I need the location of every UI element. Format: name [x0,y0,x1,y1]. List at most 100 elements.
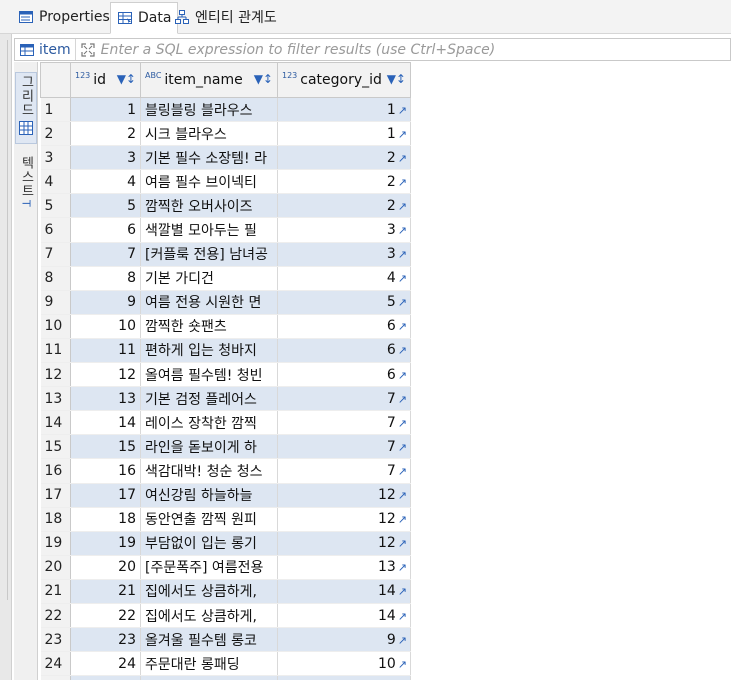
cell-id[interactable]: 7 [70,242,141,267]
table-row[interactable]: 23 23 올겨울 필수템 롱코 9 ↗ [40,627,411,653]
cell-id[interactable]: 20 [70,555,141,580]
foreign-key-link-icon[interactable]: ↗ [398,272,407,285]
row-number[interactable]: 20 [40,555,71,580]
cell-item-name[interactable]: 시크 블라우스 [140,121,278,147]
row-number[interactable]: 19 [40,531,71,556]
cell-category-id[interactable]: 10 ↗ [277,651,411,677]
cell-item-name[interactable]: 기본 필수 소장템! 라 [140,145,278,171]
cell-item-name[interactable]: 블링블링 블라우스 [140,97,278,123]
cell-item-name[interactable]: 집에서도 상큼하게, [140,579,278,604]
foreign-key-link-icon[interactable]: ↗ [398,296,407,309]
foreign-key-link-icon[interactable]: ↗ [398,369,407,382]
foreign-key-link-icon[interactable]: ↗ [398,393,407,406]
tab-text-view[interactable]: 텍스트 T [15,156,37,226]
foreign-key-link-icon[interactable]: ↗ [398,320,407,333]
cell-category-id[interactable]: 14 ↗ [277,603,411,629]
cell-id[interactable]: 9 [70,290,141,315]
table-row[interactable]: 10 10 깜찍한 숏팬츠 6 ↗ [40,314,411,339]
row-number[interactable]: 23 [40,627,71,653]
table-selector[interactable]: item [15,39,76,60]
foreign-key-link-icon[interactable]: ↗ [398,104,407,117]
cell-item-name[interactable]: 레이스 장착한 깜찍 [140,410,278,436]
cell-id[interactable]: 22 [70,603,141,629]
cell-item-name[interactable]: 기본 검정 플레어스 [140,386,278,412]
cell-id[interactable]: 18 [70,507,141,532]
cell-item-name[interactable]: 편하게 입는 청바지 [140,338,278,364]
tab-grid-view[interactable]: 그리드 [15,72,37,144]
row-number[interactable]: 14 [40,410,71,436]
cell-category-id[interactable]: 4 ↗ [277,266,411,291]
foreign-key-link-icon[interactable]: ↗ [398,561,407,574]
table-row[interactable]: 4 4 여름 필수 브이넥티 2 ↗ [40,169,411,195]
foreign-key-link-icon[interactable]: ↗ [398,417,407,430]
cell-category-id[interactable]: 12 ↗ [277,507,411,532]
foreign-key-link-icon[interactable]: ↗ [398,152,407,165]
cell-id[interactable]: 11 [70,338,141,364]
table-row[interactable]: 14 14 레이스 장착한 깜찍 7 ↗ [40,410,411,436]
cell-id[interactable]: 3 [70,145,141,171]
cell-item-name[interactable]: 라인을 돋보이게 하 [140,434,278,460]
cell-item-name[interactable]: 색깔별 모아두는 필 [140,217,278,243]
column-header-category-id[interactable]: 123 category_id ▼↕ [277,62,411,98]
cell-item-name[interactable]: 기본 가디건 [140,266,278,291]
cell-id[interactable]: 15 [70,434,141,460]
cell-id[interactable]: 12 [70,362,141,388]
table-row[interactable]: 12 12 올여름 필수템! 청빈 6 ↗ [40,362,411,388]
cell-id[interactable]: 5 [70,193,141,219]
cell-category-id[interactable]: 7 ↗ [277,410,411,436]
cell-category-id[interactable]: 2 ↗ [277,145,411,171]
foreign-key-link-icon[interactable]: ↗ [398,465,407,478]
row-number[interactable]: 1 [40,97,71,123]
cell-category-id[interactable]: 14 ↗ [277,579,411,604]
filter-sort-icon[interactable]: ▼↕ [387,72,406,86]
expand-icon[interactable] [81,42,95,57]
row-number[interactable]: 12 [40,362,71,388]
row-number[interactable]: 21 [40,579,71,604]
cell-category-id[interactable]: 6 ↗ [277,338,411,364]
foreign-key-link-icon[interactable]: ↗ [398,200,407,213]
foreign-key-link-icon[interactable]: ↗ [398,537,407,550]
cell-item-name[interactable]: 집에서도 상큼하게, [140,603,278,629]
table-row[interactable]: 2525[오늘특가] 편하게9↗ [40,675,411,680]
cell-id[interactable]: 25 [70,675,141,680]
cell-category-id[interactable]: 3 ↗ [277,217,411,243]
foreign-key-link-icon[interactable]: ↗ [398,489,407,502]
filter-sort-icon[interactable]: ▼↕ [254,72,273,86]
row-number[interactable]: 7 [40,242,71,267]
cell-id[interactable]: 10 [70,314,141,339]
tab-er-diagram[interactable]: 엔티티 관계도 [168,2,283,32]
cell-item-name[interactable]: 여신강림 하늘하늘 [140,483,278,508]
row-number[interactable]: 4 [40,169,71,195]
cell-id[interactable]: 13 [70,386,141,412]
table-row[interactable]: 22 22 집에서도 상큼하게, 14 ↗ [40,603,411,629]
row-number[interactable]: 2 [40,121,71,147]
cell-id[interactable]: 1 [70,97,141,123]
table-row[interactable]: 21 21 집에서도 상큼하게, 14 ↗ [40,579,411,604]
cell-category-id[interactable]: 2 ↗ [277,193,411,219]
table-row[interactable]: 24 24 주문대란 롱패딩 10 ↗ [40,651,411,677]
table-row[interactable]: 3 3 기본 필수 소장템! 라 2 ↗ [40,145,411,171]
foreign-key-link-icon[interactable]: ↗ [398,513,407,526]
row-number[interactable]: 22 [40,603,71,629]
row-number[interactable]: 11 [40,338,71,364]
cell-category-id[interactable]: 7 ↗ [277,434,411,460]
row-number[interactable]: 15 [40,434,71,460]
cell-category-id[interactable]: 6 ↗ [277,362,411,388]
cell-item-name[interactable]: 동안연출 깜찍 원피 [140,507,278,532]
row-number[interactable]: 25 [40,675,71,680]
cell-category-id[interactable]: 9↗ [277,675,411,680]
table-row[interactable]: 11 11 편하게 입는 청바지 6 ↗ [40,338,411,364]
row-number[interactable]: 6 [40,217,71,243]
cell-id[interactable]: 17 [70,483,141,508]
table-row[interactable]: 1 1 블링블링 블라우스 1 ↗ [40,97,411,123]
cell-category-id[interactable]: 7 ↗ [277,386,411,412]
foreign-key-link-icon[interactable]: ↗ [398,441,407,454]
cell-id[interactable]: 16 [70,458,141,484]
row-number[interactable]: 10 [40,314,71,339]
foreign-key-link-icon[interactable]: ↗ [398,248,407,261]
column-header-id[interactable]: 123 id ▼↕ [70,62,141,98]
cell-id[interactable]: 6 [70,217,141,243]
cell-item-name[interactable]: [오늘특가] 편하게 [140,675,278,680]
cell-item-name[interactable]: 색감대박! 청순 청스 [140,458,278,484]
table-row[interactable]: 15 15 라인을 돋보이게 하 7 ↗ [40,434,411,460]
